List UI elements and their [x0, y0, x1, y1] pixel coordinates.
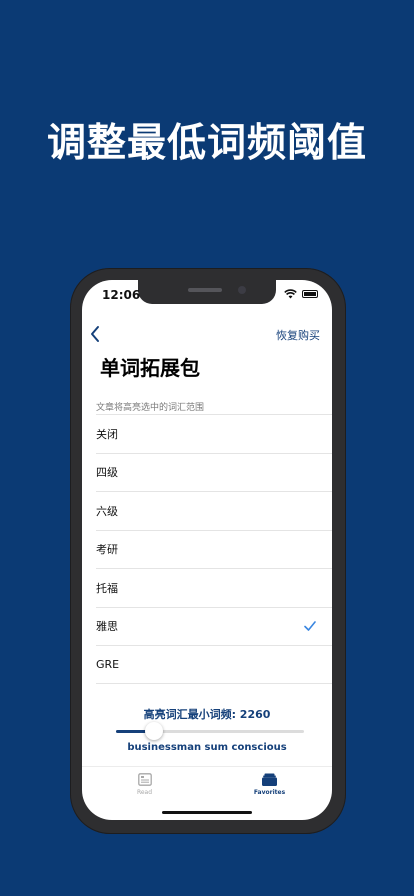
front-camera — [238, 286, 246, 294]
option-label: 考研 — [96, 543, 118, 557]
option-label: 四级 — [96, 466, 118, 480]
phone-notch — [138, 280, 276, 304]
frequency-slider[interactable] — [116, 722, 304, 740]
option-row-cet6[interactable]: 六级 — [96, 491, 332, 530]
back-chevron-icon[interactable] — [88, 324, 102, 344]
folder-stack-icon — [262, 773, 277, 786]
option-label: 六级 — [96, 504, 118, 518]
option-row-off[interactable]: 关闭 — [96, 414, 332, 453]
battery-icon — [302, 290, 318, 298]
document-icon — [137, 773, 152, 786]
tab-label: Read — [136, 789, 153, 796]
page-title: 单词拓展包 — [100, 356, 200, 380]
option-label: 雅思 — [96, 620, 118, 634]
restore-purchase-button[interactable]: 恢复购买 — [276, 327, 320, 343]
status-time: 12:06 — [102, 288, 141, 302]
app-screen: 12:06 恢复购买 单词拓展包 文章将高亮选中的词汇范围 关闭 四级 六级 考… — [82, 280, 332, 820]
status-icons — [284, 289, 318, 299]
option-label: 托福 — [96, 581, 118, 595]
min-frequency-label: 高亮词汇最小词频: 2260 — [143, 708, 271, 721]
promo-headline: 调整最低词频阈值 — [46, 121, 367, 166]
option-label: 关闭 — [96, 427, 118, 441]
speaker-grille — [188, 288, 222, 292]
option-label: GRE — [96, 657, 120, 671]
wifi-icon — [284, 289, 297, 299]
vocab-option-list: 关闭 四级 六级 考研 托福 雅思 GRE — [82, 414, 332, 684]
home-indicator — [162, 811, 252, 814]
option-row-cet4[interactable]: 四级 — [96, 452, 332, 492]
option-row-toefl[interactable]: 托福 — [96, 568, 332, 607]
checkmark-icon — [304, 621, 316, 632]
section-header: 文章将高亮选中的词汇范围 — [96, 403, 205, 413]
slider-thumb[interactable] — [144, 722, 163, 740]
option-row-ielts[interactable]: 雅思 — [96, 606, 332, 646]
option-row-kaoyan[interactable]: 考研 — [96, 529, 332, 569]
option-row-gre[interactable]: GRE — [96, 645, 332, 684]
phone-frame: 12:06 恢复购买 单词拓展包 文章将高亮选中的词汇范围 关闭 四级 六级 考… — [70, 268, 346, 834]
tab-label: Favorites — [253, 789, 286, 796]
sample-words: businessman sum conscious — [127, 742, 287, 753]
